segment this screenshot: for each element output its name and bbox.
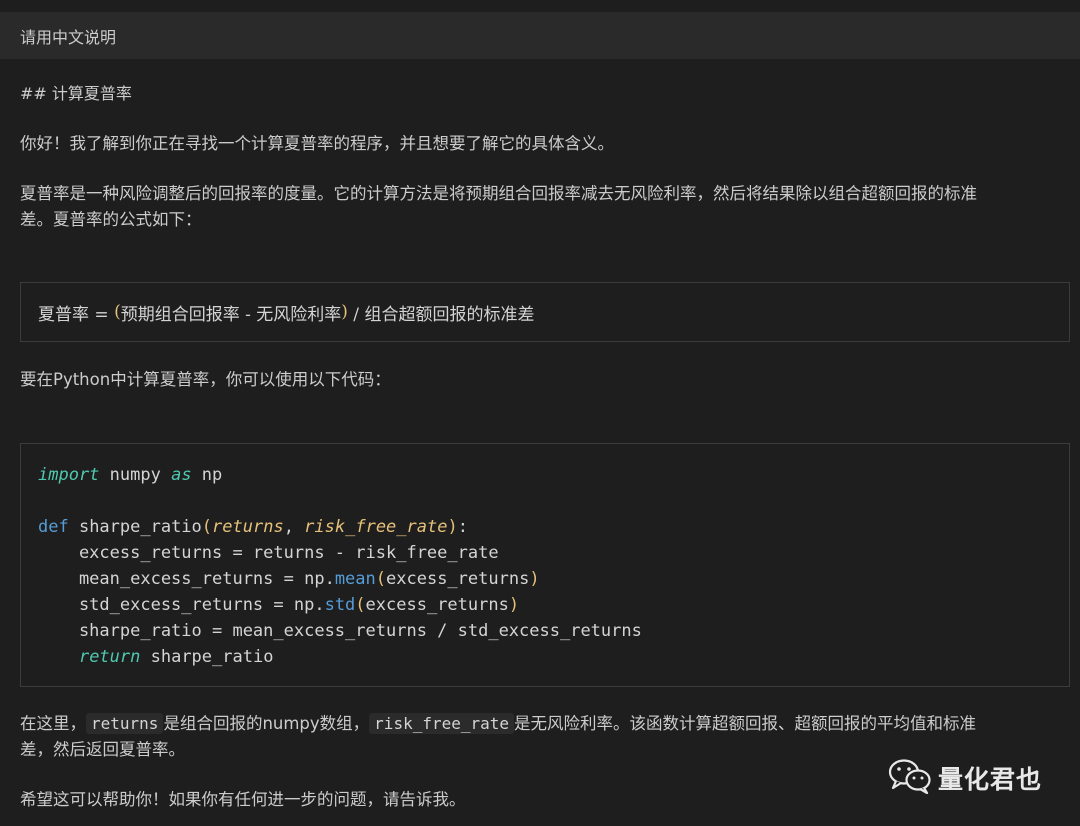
response-paragraph-explanation-line1: 在这里， returns 是组合回报的numpy数组， risk_free_rate 是… bbox=[20, 713, 976, 735]
code-line-5-prefix: mean_excess_returns = np. bbox=[38, 569, 335, 589]
response-paragraph-definition-line1: 夏普率是一种风险调整后的回报率的度量。它的计算方法是将预期组合回报率减去无风险利… bbox=[20, 184, 977, 203]
response-paragraph-definition-line2: 差。夏普率的公式如下： bbox=[20, 210, 202, 229]
response-paragraph-closing: 希望这可以帮助你！如果你有任何进一步的问题，请告诉我。 bbox=[20, 790, 466, 809]
user-prompt-text: 请用中文说明 bbox=[20, 27, 117, 47]
code-param-risk-free-rate: risk_free_rate bbox=[304, 517, 448, 537]
response-paragraph-python: 要在Python中计算夏普率，你可以使用以下代码： bbox=[20, 370, 391, 389]
code-keyword-as: as bbox=[171, 465, 192, 485]
code-line-5-arg: excess_returns bbox=[386, 569, 530, 589]
code-line-8: return sharpe_ratio bbox=[38, 644, 1052, 670]
code-line-6: std_excess_returns = np.std(excess_retur… bbox=[38, 592, 1052, 618]
watermark: 量化君也 bbox=[888, 758, 1042, 798]
code-line-5-open: ( bbox=[375, 569, 387, 589]
code-line-5: mean_excess_returns = np.mean(excess_ret… bbox=[38, 566, 1052, 592]
explanation-prefix: 在这里， bbox=[20, 714, 86, 733]
code-line-8-indent bbox=[38, 647, 79, 667]
inline-code-risk-free-rate: risk_free_rate bbox=[369, 713, 515, 734]
code-module: numpy bbox=[99, 465, 172, 485]
code-keyword-def: def bbox=[38, 517, 69, 537]
formula-block: 夏普率 = ( 预期组合回报率 - 无风险利率 ) / 组合超额回报的标准差 bbox=[20, 282, 1070, 342]
code-line-5-close: ) bbox=[529, 569, 540, 589]
explanation-suffix: 是无风险利率。该函数计算超额回报、超额回报的平均值和标准 bbox=[514, 714, 977, 733]
code-alias: np bbox=[191, 465, 223, 485]
formula-lhs: 夏普率 = bbox=[38, 304, 115, 325]
code-comma: , bbox=[283, 517, 305, 537]
code-param-returns: returns bbox=[212, 517, 284, 537]
code-open-paren: ( bbox=[201, 517, 213, 537]
code-line-4: excess_returns = returns - risk_free_rat… bbox=[38, 543, 499, 563]
code-close-paren: ) bbox=[447, 517, 458, 537]
formula-inner: 预期组合回报率 - 无风险利率 bbox=[120, 304, 342, 325]
code-return-value: sharpe_ratio bbox=[140, 647, 274, 667]
response-heading: ## 计算夏普率 bbox=[20, 84, 132, 103]
user-prompt: 请用中文说明 bbox=[0, 12, 1080, 59]
formula-close-paren: ) bbox=[341, 302, 348, 322]
code-colon: : bbox=[457, 517, 468, 537]
code-block[interactable]: import numpy as np def sharpe_ratio(retu… bbox=[20, 443, 1070, 687]
code-fn-mean: mean bbox=[334, 569, 376, 589]
code-line-7: sharpe_ratio = mean_excess_returns / std… bbox=[38, 621, 642, 641]
formula-rhs: / 组合超额回报的标准差 bbox=[347, 304, 535, 325]
code-function-name: sharpe_ratio bbox=[68, 517, 202, 537]
code-fn-std: std bbox=[324, 595, 356, 615]
code-line-3: def sharpe_ratio(returns, risk_free_rate… bbox=[38, 514, 1052, 540]
code-line-6-arg: excess_returns bbox=[365, 595, 509, 615]
response-paragraph-intro: 你好！我了解到你正在寻找一个计算夏普率的程序，并且想要了解它的具体含义。 bbox=[20, 134, 614, 153]
code-line-6-prefix: std_excess_returns = np. bbox=[38, 595, 325, 615]
formula-open-paren: ( bbox=[114, 302, 121, 322]
code-keyword-return: return bbox=[78, 647, 141, 667]
code-keyword-import: import bbox=[38, 465, 100, 485]
watermark-text: 量化君也 bbox=[938, 765, 1043, 794]
code-line-6-close: ) bbox=[508, 595, 520, 615]
explanation-middle: 是组合回报的numpy数组， bbox=[163, 714, 370, 733]
response-paragraph-explanation-line2: 差，然后返回夏普率。 bbox=[20, 740, 185, 759]
wechat-icon bbox=[888, 758, 932, 798]
code-line-6-open: ( bbox=[355, 595, 366, 615]
code-line-1: import numpy as np bbox=[38, 462, 1052, 488]
inline-code-returns: returns bbox=[86, 713, 164, 734]
